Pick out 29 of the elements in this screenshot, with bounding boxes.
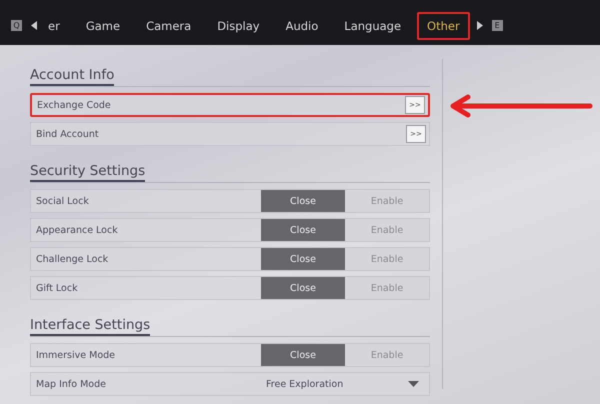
toggle-option[interactable]: Close <box>261 248 345 270</box>
tab[interactable]: Language <box>334 12 412 40</box>
caret-icon <box>408 381 419 387</box>
dropdown[interactable]: Free Exploration <box>261 373 429 395</box>
tab[interactable]: Game <box>76 12 130 40</box>
section-title: Interface Settings <box>30 317 150 336</box>
setting-label: Map Info Mode <box>35 378 107 390</box>
key-hint: Q <box>11 20 22 31</box>
toggle-option[interactable]: Close <box>261 190 345 212</box>
tab[interactable]: Camera <box>136 12 202 40</box>
toggle-option[interactable]: Close <box>261 219 345 241</box>
setting-label: Gift Lock <box>35 282 79 294</box>
setting-label: Social Lock <box>35 196 90 206</box>
toggle-option[interactable]: Close <box>261 344 345 366</box>
tab[interactable]: Display <box>207 12 270 40</box>
right-arrow-icon[interactable] <box>476 21 483 30</box>
tab[interactable]: Other <box>417 12 470 40</box>
setting-label: Bind Account <box>35 128 100 140</box>
section-title: Security Settings <box>30 163 146 182</box>
setting-label: Challenge Lock <box>35 254 110 264</box>
tab[interactable]: er <box>44 12 70 40</box>
tab[interactable]: Audio <box>276 12 328 40</box>
setting-label: Exchange Code <box>36 100 112 110</box>
section-title: Account Info <box>30 67 114 86</box>
setting-label: Appearance Lock <box>35 224 119 236</box>
setting-label: Immersive Mode <box>35 350 116 360</box>
key-hint: E <box>492 20 503 31</box>
toggle-option[interactable]: Close <box>261 277 345 299</box>
left-arrow-icon[interactable] <box>31 21 37 30</box>
